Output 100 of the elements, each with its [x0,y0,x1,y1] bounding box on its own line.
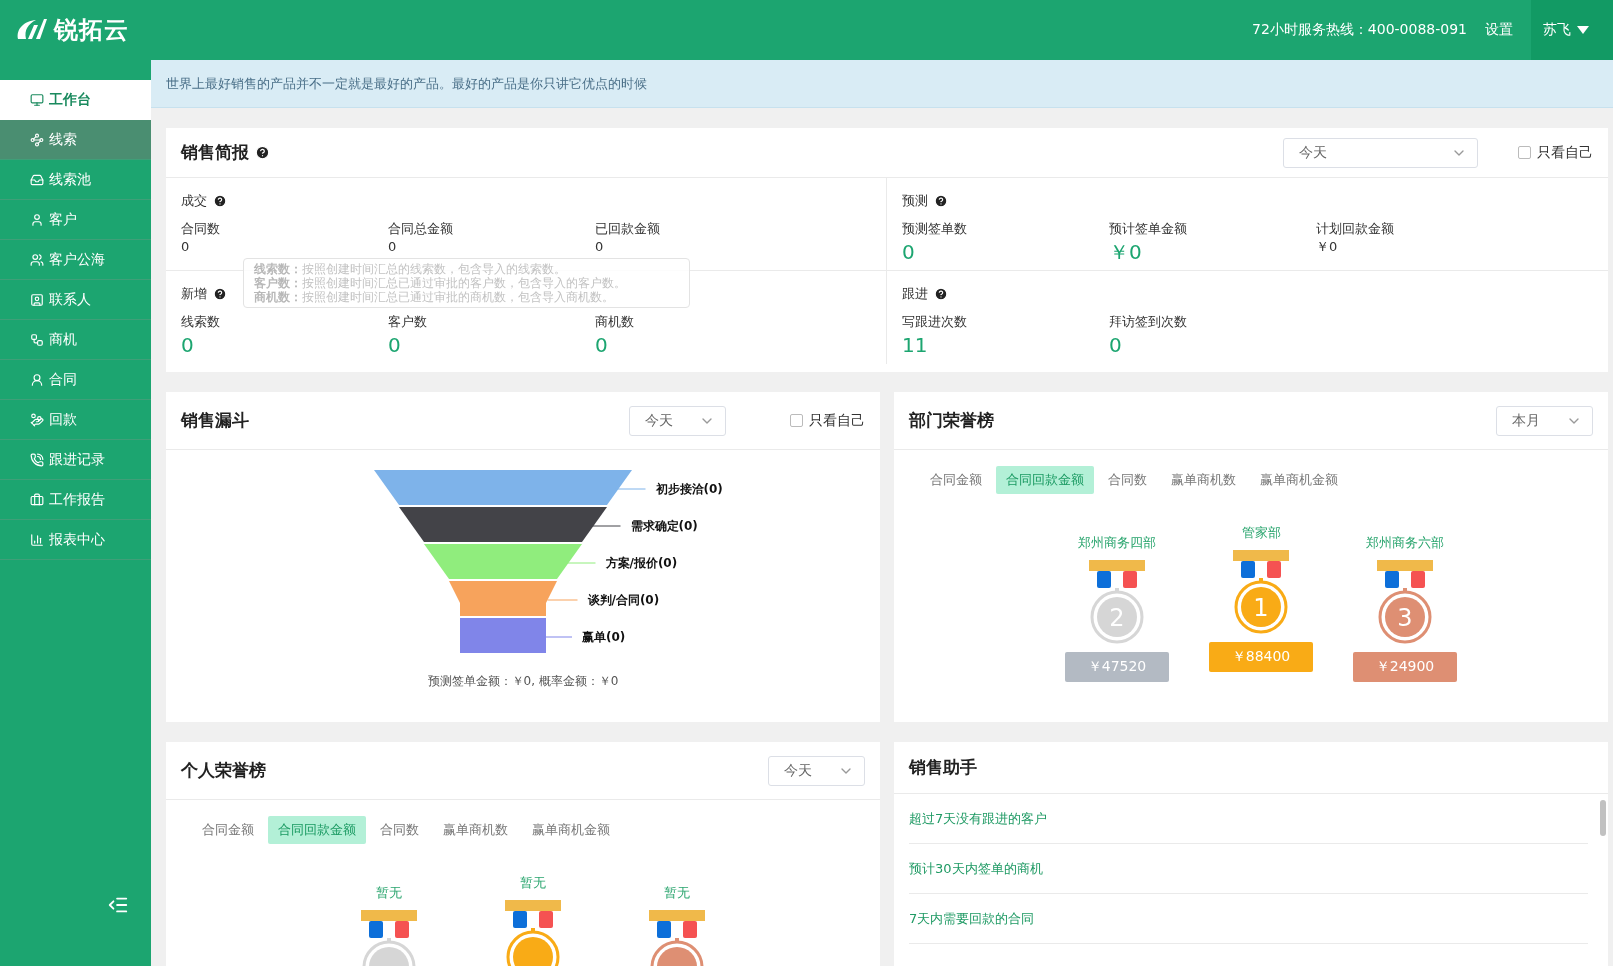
sidebar-item[interactable]: 跟进记录 [0,440,151,480]
assistant-link[interactable]: 7天内需要回款的合同 [909,894,1588,944]
help-icon[interactable] [934,194,948,208]
period-select[interactable]: 今天 [768,755,865,786]
help-icon[interactable] [213,194,227,208]
help-icon[interactable] [255,145,270,160]
stat-label: 合同数 [181,220,221,238]
phone-icon [30,452,44,467]
stage-label: 谈判/合同(0) [587,593,660,607]
settings-link[interactable]: 设置 [1485,21,1513,39]
ranking-tab[interactable]: 合同回款金额 [268,816,366,844]
sidebar-item[interactable]: 客户公海 [0,240,151,280]
scrollbar[interactable] [1600,800,1606,836]
winner-name: 管家部 [1241,524,1281,542]
period-select[interactable]: 本月 [1496,405,1593,436]
hotline-text: 72小时服务热线：400-0088-091 [1252,21,1467,39]
stat-label: 已回款金额 [595,220,661,238]
card-title: 部门荣誉榜 [909,409,994,432]
stage-label: 需求确定(0) [630,519,698,533]
checkbox[interactable] [1518,146,1531,159]
sidebar-item[interactable]: 线索池 [0,160,151,200]
card-title: 个人荣誉榜 [181,759,266,782]
checkbox-label: 只看自己 [809,411,865,430]
path-icon [30,132,44,147]
user-menu[interactable]: 苏飞 [1531,0,1613,60]
winner-name: 暂无 [376,884,402,902]
ranking-tab[interactable]: 赢单商机数 [433,816,518,844]
amount-badge: ￥88400 [1209,642,1313,672]
leader-line [565,562,596,564]
ranking-tab[interactable]: 赢单商机金额 [522,816,620,844]
checkbox[interactable] [790,414,803,427]
section-title: 成交 [181,192,207,210]
person-icon [30,372,44,387]
stat-value: 0 [595,332,609,359]
ranking-tab[interactable]: 赢单商机数 [1161,466,1246,494]
sidebar-item[interactable]: 联系人 [0,280,151,320]
sidebar-item[interactable]: 回款 [0,400,151,440]
contact-card-icon [30,292,44,307]
nodes-icon [30,332,44,347]
period-select[interactable]: 今天 [1283,137,1478,168]
section-title: 跟进 [902,285,928,303]
inbox-icon [30,172,44,187]
sidebar-item[interactable]: 报表中心 [0,520,151,560]
users-icon [30,252,44,267]
stage-label: 初步接洽(0) [655,482,723,496]
stat-value: 0 [1109,332,1123,359]
rank-number: 1 [1253,594,1269,622]
assistant-link[interactable]: 超过7天没有跟进的客户 [909,794,1588,844]
assistant-link[interactable]: 预计30天内签单的商机 [909,844,1588,894]
rank-number: 3 [1397,604,1413,632]
sidebar-item[interactable]: 工作台 [0,80,151,120]
stat-value: ￥0 [1109,239,1143,266]
help-icon[interactable] [213,287,227,301]
stage-label: 赢单(0) [582,630,626,644]
stat-value: 0 [388,332,402,359]
checkbox-label: 只看自己 [1537,143,1593,162]
stat-label: 商机数 [595,313,635,331]
caret-icon [1577,26,1589,34]
ranking-tab[interactable]: 合同数 [370,816,429,844]
stat-label: 写跟进次数 [902,313,968,331]
sidebar-item[interactable]: 合同 [0,360,151,400]
leader-line [615,488,646,490]
stat-value: 0 [595,238,605,256]
stat-value: 0 [902,239,916,266]
sidebar-item[interactable]: 客户 [0,200,151,240]
stat-value: 0 [181,332,195,359]
section-title: 预测 [902,192,928,210]
winner-name: 暂无 [664,884,690,902]
winner-name: 郑州商务四部 [1078,534,1156,552]
sidebar-item[interactable]: 商机 [0,320,151,360]
help-icon[interactable] [934,287,948,301]
card-title: 销售漏斗 [181,409,249,432]
ranking-tab[interactable]: 合同数 [1098,466,1157,494]
notice-text: 世界上最好销售的产品并不一定就是最好的产品。最好的产品是你只讲它优点的时候 [151,60,1613,108]
stat-label: 预计签单金额 [1109,220,1188,238]
briefcase-icon [30,492,44,507]
stat-label: 预测签单数 [902,220,968,238]
bar-chart-icon [30,532,44,547]
sidebar-item[interactable]: 工作报告 [0,480,151,520]
amount-badge: ￥24900 [1353,652,1457,682]
stat-label: 合同总金额 [388,220,454,238]
stat-label: 线索数 [181,313,221,331]
ranking-tab[interactable]: 合同回款金额 [996,466,1094,494]
stat-label: 计划回款金额 [1316,220,1395,238]
winner-name: 郑州商务六部 [1366,534,1444,552]
stat-value: ￥0 [1316,238,1339,256]
card-title: 销售简报 [181,141,249,164]
ranking-tab[interactable]: 合同金额 [192,816,264,844]
ranking-tab[interactable]: 合同金额 [920,466,992,494]
stat-label: 客户数 [388,313,428,331]
sidebar-item[interactable]: 线索 [0,120,151,160]
ranking-tab[interactable]: 赢单商机金额 [1250,466,1348,494]
user-icon [30,212,44,227]
winner-name: 暂无 [520,874,546,892]
stat-value: 11 [902,332,929,359]
stat-value: 0 [181,238,191,256]
period-select[interactable]: 今天 [629,405,726,436]
amount-badge: ￥47520 [1065,652,1169,682]
logo-text: 锐拓云 [54,15,129,46]
monitor-icon [30,92,44,107]
